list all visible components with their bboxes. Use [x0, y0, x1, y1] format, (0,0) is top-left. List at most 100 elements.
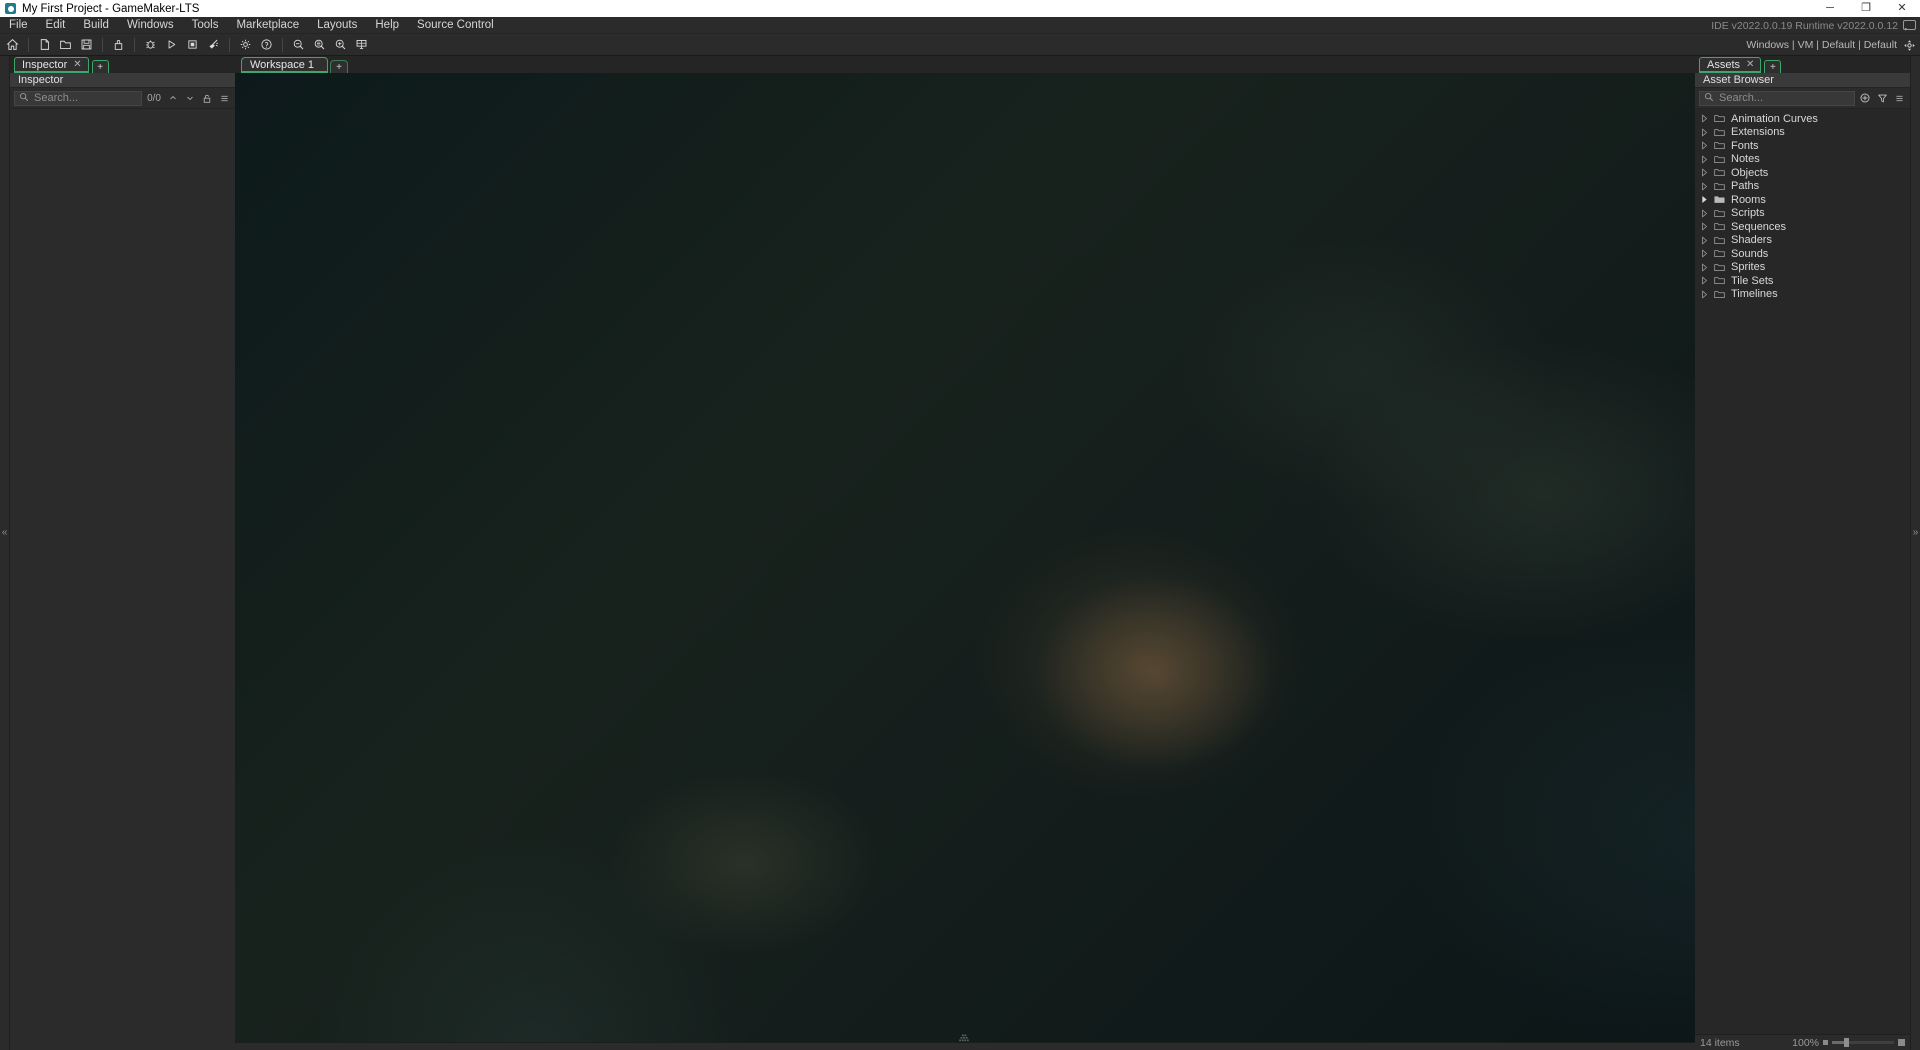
close-icon[interactable]: ✕ — [1746, 59, 1754, 70]
menu-layouts[interactable]: Layouts — [308, 17, 366, 34]
inspector-match-count: 0/0 — [147, 92, 161, 104]
inspector-tabstrip: Inspector ✕ + — [10, 56, 235, 73]
assets-zoom-control[interactable]: 100% — [1792, 1037, 1905, 1049]
speech-bubble-icon[interactable] — [1903, 20, 1916, 31]
inspector-search-input[interactable]: Search... — [14, 90, 143, 106]
help-button[interactable] — [257, 36, 276, 54]
tab-workspace-1[interactable]: Workspace 1 — [241, 57, 328, 73]
target-selector-icon[interactable] — [1903, 39, 1916, 52]
zoom-in-button[interactable] — [331, 36, 350, 54]
expand-triangle-icon[interactable] — [1698, 276, 1710, 285]
debug-button[interactable] — [141, 36, 160, 54]
asset-tree-item-scripts[interactable]: Scripts — [1695, 207, 1910, 221]
asset-tree-item-rooms[interactable]: Rooms — [1695, 193, 1910, 207]
asset-tree-item-label: Tile Sets — [1731, 274, 1774, 287]
inspector-add-tab-button[interactable]: + — [91, 60, 109, 73]
fit-to-screen-button[interactable] — [352, 36, 371, 54]
zoom-slider[interactable] — [1832, 1038, 1894, 1047]
main-toolbar: Windows | VM | Default | Default — [0, 34, 1920, 56]
run-button[interactable] — [162, 36, 181, 54]
clean-button[interactable] — [204, 36, 223, 54]
expand-triangle-icon[interactable] — [1698, 128, 1710, 137]
zoom-reset-button[interactable] — [310, 36, 329, 54]
assets-add-tab-button[interactable]: + — [1764, 60, 1782, 73]
expand-triangle-icon[interactable] — [1698, 263, 1710, 272]
new-project-button[interactable] — [35, 36, 54, 54]
funnel-filter-icon[interactable] — [1875, 91, 1889, 106]
right-collapse-rail[interactable]: » — [1910, 56, 1920, 1050]
zoom-out-button[interactable] — [289, 36, 308, 54]
asset-tree-item-label: Scripts — [1731, 207, 1765, 220]
asset-tree-item-timelines[interactable]: Timelines — [1695, 288, 1910, 302]
asset-tree: Animation Curves Extensions Fonts Notes Obje… — [1695, 109, 1910, 1034]
folder-icon — [1714, 222, 1727, 231]
asset-tree-item-tile-sets[interactable]: Tile Sets — [1695, 274, 1910, 288]
expand-triangle-icon[interactable] — [1698, 209, 1710, 218]
asset-tree-item-animation-curves[interactable]: Animation Curves — [1695, 112, 1910, 126]
asset-tree-item-label: Rooms — [1731, 193, 1766, 206]
expand-triangle-icon[interactable] — [1698, 168, 1710, 177]
asset-tree-item-notes[interactable]: Notes — [1695, 153, 1910, 167]
menu-edit[interactable]: Edit — [37, 17, 75, 34]
inspector-searchbar: Search... 0/0 — [10, 88, 235, 109]
drag-grip-icon[interactable] — [957, 1032, 973, 1042]
minimize-button[interactable]: ─ — [1812, 0, 1848, 17]
hamburger-menu-icon[interactable] — [217, 91, 231, 106]
workspace-tabstrip: Workspace 1 + — [235, 56, 1695, 73]
asset-tree-item-fonts[interactable]: Fonts — [1695, 139, 1910, 153]
chevron-down-icon[interactable] — [183, 91, 197, 106]
home-button[interactable] — [3, 36, 22, 54]
menu-file[interactable]: File — [0, 17, 37, 34]
expand-triangle-icon[interactable] — [1698, 114, 1710, 123]
create-executable-button[interactable] — [109, 36, 128, 54]
preferences-button[interactable] — [236, 36, 255, 54]
menu-marketplace[interactable]: Marketplace — [227, 17, 308, 34]
expand-triangle-icon[interactable] — [1698, 182, 1710, 191]
expand-triangle-icon[interactable] — [1698, 249, 1710, 258]
folder-icon — [1714, 209, 1727, 218]
open-project-button[interactable] — [56, 36, 75, 54]
expand-triangle-icon[interactable] — [1698, 195, 1710, 204]
save-project-button[interactable] — [77, 36, 96, 54]
left-collapse-rail[interactable]: « — [0, 56, 10, 1050]
zoom-slider-knob[interactable] — [1844, 1038, 1850, 1047]
folder-icon — [1714, 114, 1727, 123]
workspace-canvas[interactable] — [235, 73, 1695, 1042]
menu-build[interactable]: Build — [74, 17, 118, 34]
asset-tree-item-shaders[interactable]: Shaders — [1695, 234, 1910, 248]
asset-tree-item-objects[interactable]: Objects — [1695, 166, 1910, 180]
expand-triangle-icon[interactable] — [1698, 155, 1710, 164]
asset-tree-item-sprites[interactable]: Sprites — [1695, 261, 1910, 275]
asset-tree-item-extensions[interactable]: Extensions — [1695, 126, 1910, 140]
expand-triangle-icon[interactable] — [1698, 290, 1710, 299]
close-button[interactable]: ✕ — [1884, 0, 1920, 17]
folder-icon — [1714, 263, 1727, 272]
menu-help[interactable]: Help — [366, 17, 408, 34]
asset-tree-item-sounds[interactable]: Sounds — [1695, 247, 1910, 261]
add-circle-icon[interactable] — [1858, 91, 1872, 106]
workspace-add-tab-button[interactable]: + — [330, 60, 348, 73]
maximize-button[interactable]: ❐ — [1848, 0, 1884, 17]
asset-tree-item-sequences[interactable]: Sequences — [1695, 220, 1910, 234]
folder-icon — [1714, 128, 1727, 137]
target-platform-group[interactable]: Windows | VM | Default | Default — [1746, 34, 1916, 56]
tab-assets[interactable]: Assets ✕ — [1699, 57, 1762, 73]
gamemaker-logo-icon — [5, 3, 16, 14]
menu-tools[interactable]: Tools — [183, 17, 228, 34]
chevron-up-icon[interactable] — [166, 91, 180, 106]
tab-inspector[interactable]: Inspector ✕ — [14, 57, 89, 73]
expand-triangle-icon[interactable] — [1698, 236, 1710, 245]
menu-windows[interactable]: Windows — [118, 17, 183, 34]
stop-button[interactable] — [183, 36, 202, 54]
asset-tree-item-paths[interactable]: Paths — [1695, 180, 1910, 194]
left-collapse-chevron-icon[interactable]: « — [0, 528, 9, 538]
hamburger-menu-icon[interactable] — [1892, 91, 1906, 106]
right-collapse-chevron-icon[interactable]: » — [1911, 528, 1920, 538]
expand-triangle-icon[interactable] — [1698, 222, 1710, 231]
menu-source-control[interactable]: Source Control — [408, 17, 503, 34]
assets-search-input[interactable]: Search... — [1699, 90, 1855, 106]
unlock-padlock-icon[interactable] — [200, 91, 214, 106]
asset-tree-item-label: Sounds — [1731, 247, 1769, 260]
close-icon[interactable]: ✕ — [73, 59, 81, 70]
expand-triangle-icon[interactable] — [1698, 141, 1710, 150]
